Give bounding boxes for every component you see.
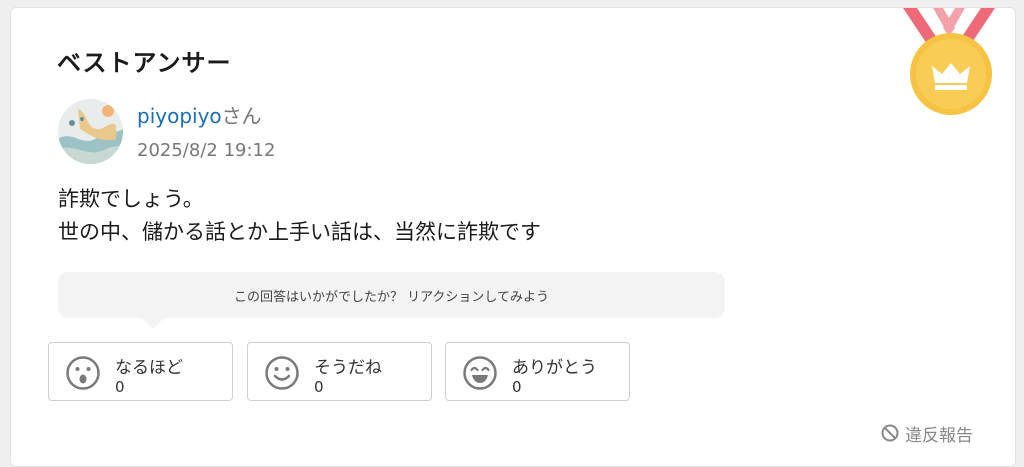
reaction-button-naruhodo[interactable]: なるほど 0	[48, 342, 233, 401]
honorific-suffix: さん	[221, 104, 262, 128]
surprised-face-icon	[66, 356, 100, 390]
username: piyopiyoさん	[137, 100, 262, 129]
reaction-button-arigatou[interactable]: ありがとう 0	[445, 342, 630, 401]
avatar[interactable]	[58, 99, 123, 164]
reaction-label: そうだね	[314, 358, 382, 378]
prompt-tail	[142, 318, 164, 329]
best-answer-card: ベストアンサー piyopiyoさん 2025/8/2 19:12 詐欺でしょう…	[10, 7, 1016, 467]
reaction-button-soudane[interactable]: そうだね 0	[247, 342, 432, 401]
grin-face-icon	[463, 356, 497, 390]
post-timestamp: 2025/8/2 19:12	[137, 140, 276, 161]
prohibited-icon	[881, 424, 899, 442]
reaction-prompt: この回答はいかがでしたか？ リアクションしてみよう	[58, 272, 725, 318]
answer-line-2: 世の中、儲かる話とか上手い話は、当然に詐欺です	[58, 220, 541, 244]
section-title: ベストアンサー	[57, 49, 232, 77]
username-link[interactable]: piyopiyo	[137, 104, 222, 128]
gold-medal-icon	[903, 8, 995, 115]
report-label: 違反報告	[905, 425, 973, 446]
answer-body: 詐欺でしょう。 世の中、儲かる話とか上手い話は、当然に詐欺です	[58, 183, 541, 249]
reaction-count: 0	[314, 378, 324, 396]
reaction-count: 0	[512, 378, 522, 396]
reaction-label: ありがとう	[512, 358, 597, 378]
smile-face-icon	[265, 356, 299, 390]
answer-line-1: 詐欺でしょう。	[58, 187, 204, 211]
reaction-count: 0	[115, 378, 125, 396]
reaction-label: なるほど	[115, 358, 183, 378]
report-link[interactable]: 違反報告	[881, 422, 973, 446]
